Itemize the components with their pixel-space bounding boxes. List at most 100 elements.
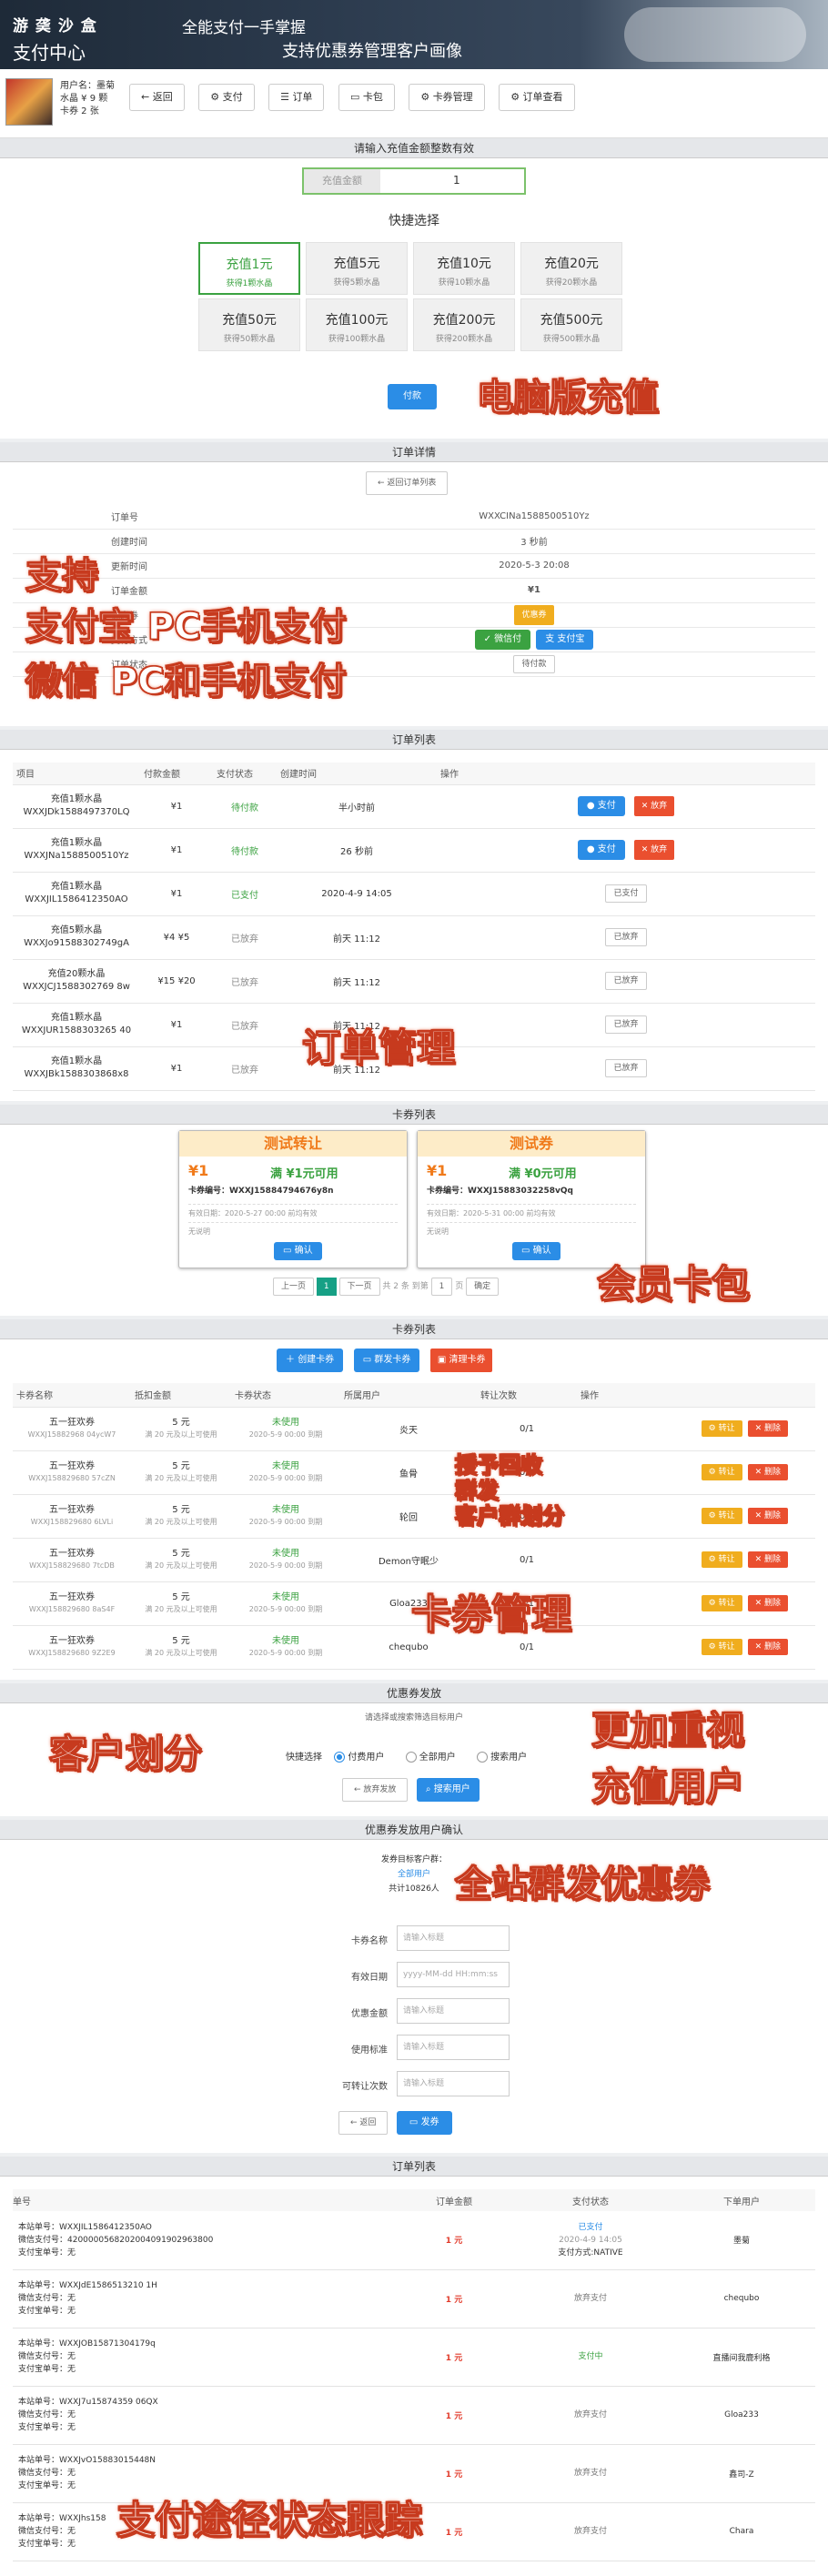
back-button[interactable]: ← 返回	[129, 84, 185, 111]
page-input[interactable]: 1	[430, 1278, 453, 1296]
user-info: 用户名：墨菊 水晶 ¥ 9 颗 卡券 2 张	[60, 80, 115, 118]
prev-page-button[interactable]: 上一页	[273, 1278, 315, 1296]
order-button[interactable]: ☰ 订单	[268, 84, 325, 111]
top-banner: 游 䶮 沙 盒 支付中心 全能支付一手掌握 支持优惠券管理客户画像	[0, 0, 828, 69]
cancel-send-button[interactable]: ← 放弃发放	[342, 1778, 409, 1802]
table-row[interactable]: 五一狂欢券 WXXJ158829680 6LVLi 5 元满 20 元及以上可使用未…	[13, 1494, 815, 1539]
send-coupon-button[interactable]: ▭ 群发卡券	[353, 1349, 420, 1372]
table-row[interactable]: 本站单号：WXXJdE1586513210 1H 微信支付号：无 支付宝单号：无 1 …	[13, 2269, 815, 2329]
order-quit-button[interactable]: ✕ 放弃	[633, 840, 675, 860]
confirm-back-button[interactable]: ← 返回	[338, 2111, 389, 2135]
coupon-card[interactable]: 测试券 ¥1 满 ¥0元可用 卡券编号：WXXJ15883032258vQq 有效日期：…	[417, 1130, 646, 1268]
quick-option[interactable]: 充值20元 获得20颗水晶	[520, 242, 622, 295]
coupon-code: WXXJ158829680 6LVLi	[30, 1518, 114, 1526]
order-quit-button[interactable]: ✕ 放弃	[633, 796, 675, 816]
form-input[interactable]: 请输入标题	[397, 2071, 510, 2096]
coupon-delete-button[interactable]: ✕ 删除	[747, 1551, 788, 1568]
form-input[interactable]: 请输入标题	[397, 1925, 510, 1951]
submit-pay-button[interactable]: 付款	[388, 384, 437, 409]
coupon-use-button[interactable]: ▭ 确认	[274, 1242, 322, 1260]
coupon-delete-button[interactable]: ✕ 删除	[747, 1420, 788, 1437]
back-orderlist-button[interactable]: ← 返回订单列表	[366, 471, 449, 495]
radio-paid[interactable]: 付费用户	[334, 1752, 384, 1763]
quick-option-gift: 获得100颗水晶	[328, 335, 386, 344]
radio-search[interactable]: 搜索用户	[476, 1752, 527, 1763]
wechat-pay-button[interactable]: ✓ 微信付	[474, 629, 531, 650]
create-coupon-button[interactable]: ＋ 创建卡券	[277, 1349, 344, 1372]
coupon-delete-button[interactable]: ✕ 删除	[747, 1639, 788, 1655]
coupon-transfer-button[interactable]: ⚙ 转让	[701, 1420, 742, 1437]
coupon-transfer-button[interactable]: ⚙ 转让	[701, 1464, 742, 1480]
coupon-delete-button[interactable]: ✕ 删除	[747, 1508, 788, 1524]
coupon-transfer-button[interactable]: ⚙ 转让	[701, 1595, 742, 1611]
quick-option[interactable]: 充值10元 获得10颗水晶	[413, 242, 515, 295]
order-pay-button[interactable]: ● 支付	[577, 796, 625, 816]
coupon-name-text: 五一狂欢券	[49, 1549, 95, 1559]
coupon-name: 五一狂欢券 WXXJ158829680 9Z2E9	[13, 1625, 131, 1670]
quick-option-gift: 获得5颗水晶	[333, 278, 380, 288]
quick-option[interactable]: 充值200元 获得200颗水晶	[413, 298, 515, 351]
coupon-transfer-button[interactable]: ⚙ 转让	[701, 1551, 742, 1568]
table-row[interactable]: 充值1颗水晶 WXXJNa1588500510Yz ¥1 待付款 26 秒前 ● 支付 ✕ …	[13, 828, 815, 873]
order-status: 已放弃	[213, 1003, 277, 1047]
quick-option[interactable]: 充值100元 获得100颗水晶	[306, 298, 408, 351]
track-user: 鑫司-Z	[668, 2444, 815, 2503]
coupon-st: 未使用	[272, 1418, 299, 1428]
user-name: 用户名：墨菊	[60, 81, 115, 91]
pay-button[interactable]: ⚙ 支付	[198, 84, 255, 111]
table-row[interactable]: 五一狂欢券 WXXJ15882968 04ycW7 5 元满 20 元及以上可使用未…	[13, 1407, 815, 1451]
clear-coupon-button[interactable]: ▣ 清理卡券	[429, 1349, 493, 1372]
table-row[interactable]: 充值20颗水晶 WXXJCJ1588302769 8w ¥15 ¥20 已放弃 前天 1…	[13, 959, 815, 1004]
coupon-user: Demon守眠少	[340, 1538, 477, 1582]
coupon-times: 0/1	[477, 1538, 577, 1582]
form-input[interactable]: 请输入标题	[397, 2035, 510, 2060]
coupon-use-button[interactable]: ▭ 确认	[512, 1242, 560, 1260]
order-time: 2020-4-9 14:05	[277, 872, 437, 916]
search-user-button[interactable]: ⌕ 搜索用户	[416, 1778, 480, 1802]
coupon-manage-button[interactable]: ⚙ 卡券管理	[409, 84, 485, 111]
next-page-button[interactable]: 下一页	[338, 1278, 380, 1296]
order-pay-button[interactable]: ● 支付	[577, 840, 625, 860]
track-amount: 1 元	[395, 2269, 513, 2329]
coupon-delete-button[interactable]: ✕ 删除	[747, 1595, 788, 1611]
order-view-button[interactable]: ⚙ 订单查看	[499, 84, 575, 111]
quick-option[interactable]: 充值5元 获得5颗水晶	[306, 242, 408, 295]
coupon-select-button[interactable]: 优惠券	[514, 604, 554, 625]
quick-option[interactable]: 充值500元 获得500颗水晶	[520, 298, 622, 351]
form-input[interactable]: yyyy-MM-dd HH:mm:ss	[397, 1962, 510, 1987]
table-row[interactable]: 本站单号：WXXJOB15871304179q 微信支付号：无 支付宝单号：无 1 元…	[13, 2328, 815, 2387]
page-title: 支付中心	[13, 42, 86, 64]
track-status: 已支付 2020-4-9 14:05 支付方式:NATIVE	[513, 2211, 668, 2270]
coupon-exp: 2020-5-9 00:00 到期	[248, 1649, 323, 1657]
transfer-label: 转让	[718, 1599, 735, 1608]
track-no-b: 微信支付号：无	[18, 2294, 76, 2303]
confirm-send-button[interactable]: ▭ 发券	[396, 2111, 452, 2135]
coupon-user: 炎天	[340, 1407, 477, 1451]
table-row[interactable]: 五一狂欢券 WXXJ158829680 57cZN 5 元满 20 元及以上可使用未…	[13, 1450, 815, 1495]
page-current[interactable]: 1	[316, 1278, 337, 1296]
coupon-transfer-button[interactable]: ⚙ 转让	[701, 1639, 742, 1655]
use-label: 确认	[294, 1246, 313, 1256]
alipay-button[interactable]: 支 支付宝	[536, 629, 594, 650]
coupon-transfer-button[interactable]: ⚙ 转让	[701, 1508, 742, 1524]
order-item: 充值1颗水晶 WXXJIL1586412350AO	[13, 872, 140, 916]
transfer-label: 转让	[718, 1511, 735, 1520]
order-detail-header: 订单详情	[0, 442, 828, 462]
quick-option[interactable]: 充值50元 获得50颗水晶	[198, 298, 300, 351]
cardbag-button[interactable]: ▭ 卡包	[338, 84, 395, 111]
table-row[interactable]: 充值1颗水晶 WXXJDk1588497370LQ ¥1 待付款 半小时前 ● 支付 ✕ 放…	[13, 784, 815, 829]
order-status: 已放弃	[213, 915, 277, 960]
form-input[interactable]: 请输入标题	[397, 1998, 510, 2024]
delete-label: 删除	[763, 1642, 781, 1652]
quick-option[interactable]: 充值1元 获得1颗水晶	[198, 242, 300, 295]
table-row[interactable]: 本站单号：WXXJ7u15874359 06QX 微信支付号：无 支付宝单号：无 1 …	[13, 2386, 815, 2445]
page-ok-button[interactable]: 确定	[466, 1278, 500, 1296]
table-row[interactable]: 本站单号：WXXJIL1586412350AO 微信支付号：42000005682…	[13, 2211, 815, 2270]
coupon-delete-button[interactable]: ✕ 删除	[747, 1464, 788, 1480]
table-row[interactable]: 充值1颗水晶 WXXJIL1586412350AO ¥1 已支付 2020-4-9 14…	[13, 872, 815, 916]
coupon-card[interactable]: 测试转让 ¥1 满 ¥1元可用 卡券编号：WXXJ15884794676y8n 有效日期…	[178, 1130, 408, 1268]
table-row[interactable]: 五一狂欢券 WXXJ158829680 7tcDB 5 元满 20 元及以上可使用未…	[13, 1538, 815, 1582]
radio-all[interactable]: 全部用户	[405, 1752, 456, 1763]
amount-input[interactable]: 1	[453, 174, 460, 187]
table-row[interactable]: 充值5颗水晶 WXXJo91588302749gA ¥4 ¥5 已放弃 前天 11:12…	[13, 915, 815, 960]
